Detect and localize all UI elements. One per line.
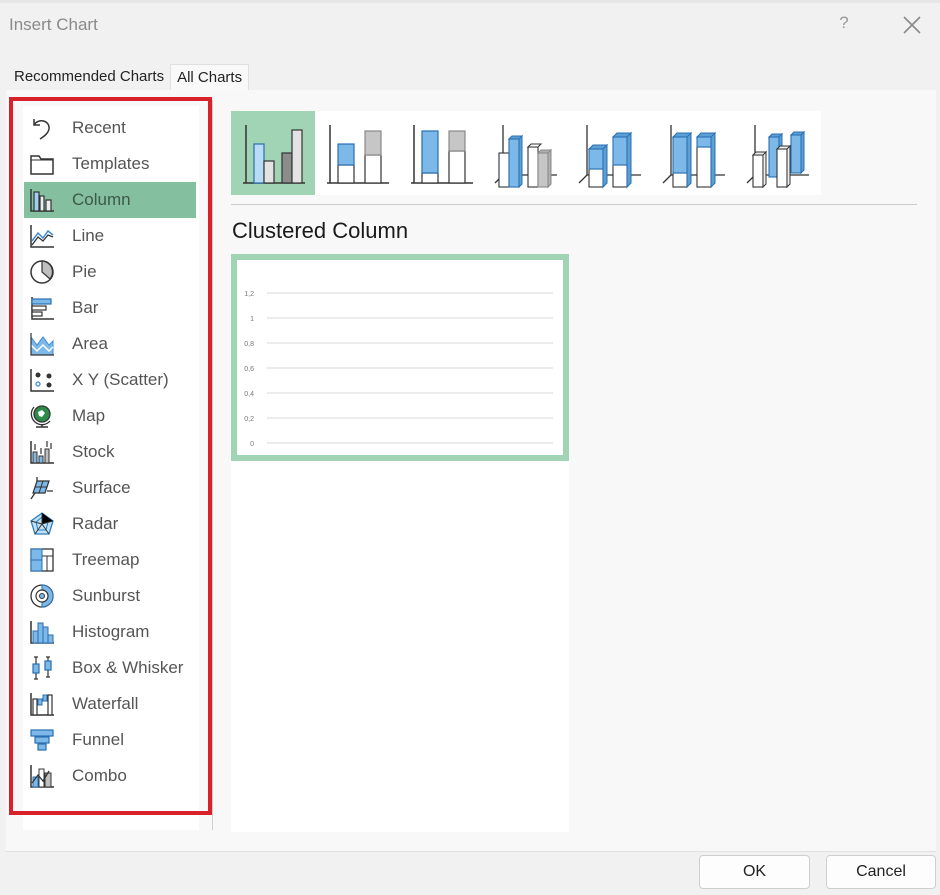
sidebar-item-label: Radar — [72, 514, 119, 533]
sidebar-item-label: Area — [72, 334, 108, 353]
funnel-icon — [28, 726, 56, 754]
globe-icon — [28, 402, 56, 430]
sidebar-item-stock[interactable]: Stock — [24, 434, 196, 470]
tab-all-charts[interactable]: All Charts — [170, 64, 250, 90]
chart-subtype-gallery — [231, 111, 821, 195]
sidebar-item-label: Pie — [72, 262, 97, 281]
close-icon — [903, 16, 921, 34]
undo-arrow-icon — [28, 114, 56, 142]
stock-chart-icon — [28, 438, 56, 466]
sidebar-item-surface[interactable]: Surface — [24, 470, 196, 506]
waterfall-icon — [28, 690, 56, 718]
insert-chart-dialog: Insert Chart ? Recommended Charts All Ch… — [0, 3, 940, 895]
y-tick-label: 0,8 — [244, 341, 254, 348]
sidebar-item-label: Stock — [72, 442, 115, 461]
sidebar-item-label: Surface — [72, 478, 131, 497]
tab-recommended-charts[interactable]: Recommended Charts — [8, 64, 170, 90]
preview-chart-svg: 1,2 1 0,8 0,6 0,4 0,2 0 — [244, 291, 553, 448]
sidebar-item-label: Map — [72, 406, 106, 425]
sidebar-item-sunburst[interactable]: Sunburst — [24, 578, 196, 614]
sidebar-item-label: Waterfall — [72, 694, 139, 713]
chart-preview[interactable]: 1,2 1 0,8 0,6 0,4 0,2 0 — [231, 254, 569, 461]
subtype-3d-100-stacked-column[interactable] — [651, 111, 735, 195]
sidebar-item-waterfall[interactable]: Waterfall — [24, 686, 196, 722]
preview-area: 1,2 1 0,8 0,6 0,4 0,2 0 — [231, 254, 569, 832]
help-button[interactable]: ? — [834, 13, 854, 37]
histogram-icon — [28, 618, 56, 646]
sidebar-item-histogram[interactable]: Histogram — [24, 614, 196, 650]
sidebar-item-map[interactable]: Map — [24, 398, 196, 434]
sidebar-item-line[interactable]: Line — [24, 218, 196, 254]
3d-clustered-column-icon — [494, 125, 557, 189]
y-tick-label: 0,2 — [244, 416, 254, 423]
y-tick-label: 0 — [250, 441, 254, 448]
sidebar-item-combo[interactable]: Combo — [24, 758, 196, 794]
surface-chart-icon — [28, 474, 56, 502]
chart-type-list: Recent Templates Column Line Pie Bar Are… — [23, 106, 199, 830]
sidebar-item-label: Treemap — [72, 550, 140, 569]
line-chart-icon — [28, 222, 56, 250]
radar-chart-icon — [28, 510, 56, 538]
sidebar-item-templates[interactable]: Templates — [24, 146, 196, 182]
tab-bar: Recommended Charts All Charts — [8, 64, 250, 90]
subtype-stacked-column[interactable] — [315, 111, 399, 195]
sidebar-item-label: Recent — [72, 118, 126, 137]
column-chart-icon — [28, 186, 56, 214]
combo-chart-icon — [28, 762, 56, 790]
sunburst-icon — [28, 582, 56, 610]
sidebar-item-column[interactable]: Column — [24, 182, 196, 218]
sidebar-item-label: Combo — [72, 766, 127, 785]
close-button[interactable] — [900, 13, 924, 37]
sidebar-item-label: Bar — [72, 298, 99, 317]
3d-stacked-column-icon — [578, 125, 641, 189]
sidebar-item-label: Templates — [72, 154, 150, 173]
stacked-column-icon — [327, 125, 389, 184]
sidebar-item-pie[interactable]: Pie — [24, 254, 196, 290]
subtype-3d-clustered-column[interactable] — [483, 111, 567, 195]
sidebar-item-label: Column — [72, 190, 131, 209]
sidebar-item-label: Funnel — [72, 730, 124, 749]
sidebar-item-funnel[interactable]: Funnel — [24, 722, 196, 758]
area-chart-icon — [28, 330, 56, 358]
y-tick-label: 1,2 — [244, 291, 254, 298]
dialog-title: Insert Chart — [9, 15, 98, 34]
y-tick-label: 1 — [250, 316, 254, 323]
subtype-divider — [231, 204, 917, 205]
sidebar-item-recent[interactable]: Recent — [24, 110, 196, 146]
sidebar-item-label: Sunburst — [72, 586, 141, 605]
clustered-column-icon — [243, 125, 305, 184]
folder-icon — [28, 150, 56, 178]
subtype-3d-column[interactable] — [735, 111, 819, 195]
sidebar-item-label: Line — [72, 226, 105, 245]
sidebar-item-treemap[interactable]: Treemap — [24, 542, 196, 578]
subtype-100-stacked-column[interactable] — [399, 111, 483, 195]
selected-subtype-title: Clustered Column — [232, 218, 409, 243]
treemap-icon — [28, 546, 56, 574]
sidebar-item-label: Box & Whisker — [72, 658, 184, 677]
scatter-chart-icon — [28, 366, 56, 394]
box-whisker-icon — [28, 654, 56, 682]
sidebar-item-area[interactable]: Area — [24, 326, 196, 362]
sidebar-item-radar[interactable]: Radar — [24, 506, 196, 542]
sidebar-item-bar[interactable]: Bar — [24, 290, 196, 326]
sidebar-item-xy-scatter[interactable]: X Y (Scatter) — [24, 362, 196, 398]
y-tick-label: 0,4 — [244, 391, 254, 398]
100-stacked-column-icon — [411, 125, 473, 184]
subtype-clustered-column[interactable] — [231, 111, 315, 195]
ok-button[interactable]: OK — [699, 855, 810, 889]
subtype-3d-stacked-column[interactable] — [567, 111, 651, 195]
all-charts-panel: Recent Templates Column Line Pie Bar Are… — [6, 90, 936, 852]
bar-chart-icon — [28, 294, 56, 322]
3d-column-icon — [746, 125, 809, 189]
cancel-button[interactable]: Cancel — [826, 855, 936, 889]
y-tick-label: 0,6 — [244, 366, 254, 373]
pie-chart-icon — [28, 258, 56, 286]
3d-100-stacked-column-icon — [662, 125, 725, 189]
sidebar-divider — [212, 100, 213, 830]
sidebar-item-label: X Y (Scatter) — [72, 370, 169, 389]
sidebar-item-box-whisker[interactable]: Box & Whisker — [24, 650, 196, 686]
sidebar-item-label: Histogram — [72, 622, 150, 641]
